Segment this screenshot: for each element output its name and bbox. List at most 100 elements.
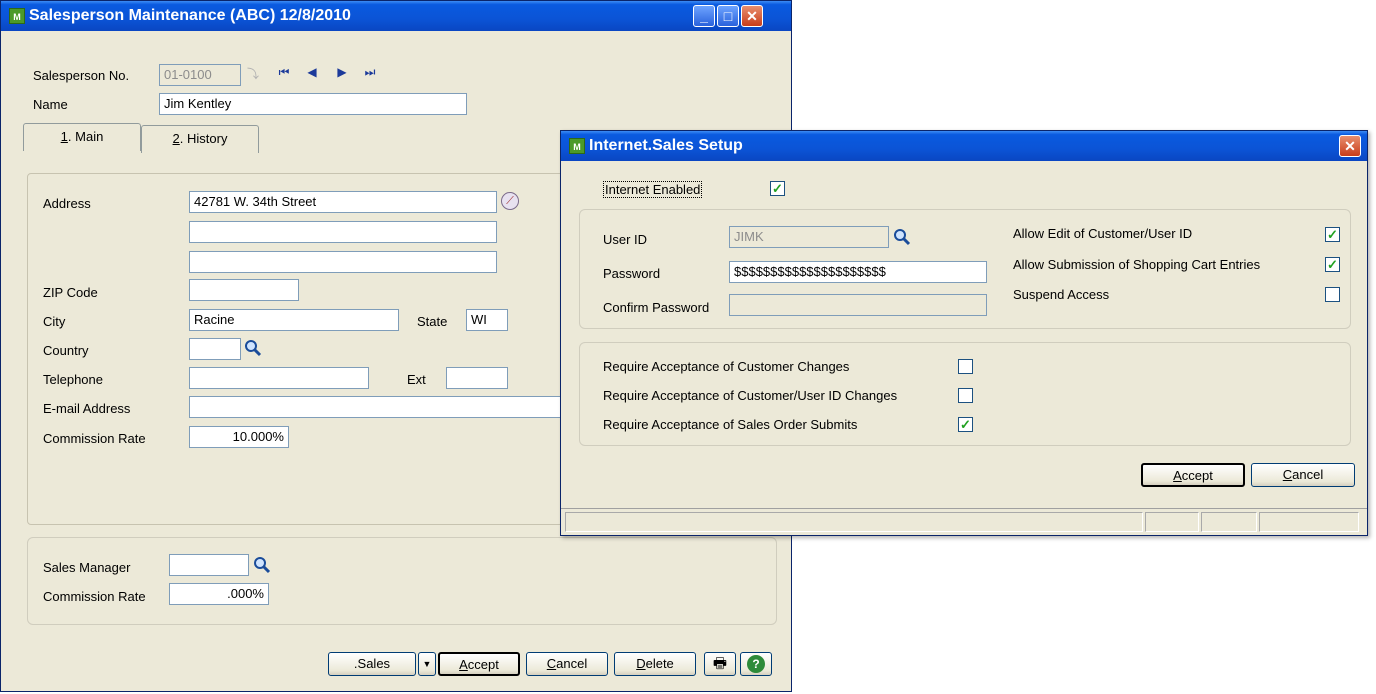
zip-code-label: ZIP Code: [43, 285, 98, 300]
city-label: City: [43, 314, 66, 329]
sales-dropdown-button[interactable]: ▼: [418, 652, 436, 676]
dropdown-arrow-icon[interactable]: ⤵: [247, 65, 259, 82]
status-cell-4: [1259, 512, 1359, 532]
suspend-access-checkbox[interactable]: [1325, 287, 1340, 302]
address-label: Address: [43, 196, 91, 211]
sales-manager-label: Sales Manager: [43, 560, 131, 575]
tab-main-key: 1: [60, 129, 68, 144]
commission-rate-field[interactable]: 10.000%: [189, 426, 289, 448]
print-icon: 🖶: [712, 655, 728, 672]
state-label: State: [417, 314, 448, 329]
password-label: Password: [603, 266, 661, 281]
telephone-label: Telephone: [43, 372, 103, 387]
main-window-title: Salesperson Maintenance (ABC) 12/8/2010: [29, 7, 351, 24]
country-label: Country: [43, 343, 89, 358]
internet-sales-setup-dialog: M Internet.Sales Setup ✕ Internet Enable…: [560, 130, 1368, 536]
manager-commission-rate-field[interactable]: .000%: [169, 583, 269, 605]
dialog-close-icon[interactable]: ✕: [1339, 135, 1361, 157]
close-icon[interactable]: ✕: [741, 5, 763, 27]
cancel-label: ancel: [556, 656, 588, 671]
allow-submission-checkbox[interactable]: ✓: [1325, 257, 1340, 272]
allow-submission-label: Allow Submission of Shopping Cart Entrie…: [1013, 257, 1261, 272]
address-line-2[interactable]: [189, 221, 497, 243]
require-userid-changes-checkbox[interactable]: [958, 388, 973, 403]
user-id-field[interactable]: JIMK: [729, 226, 889, 248]
tab-history-label: . History: [179, 131, 228, 146]
user-id-label: User ID: [603, 232, 648, 247]
accept-hotkey: A: [459, 657, 468, 672]
cancel-hotkey: C: [546, 656, 557, 671]
status-cell-3: [1201, 512, 1257, 532]
dialog-status-bar: [561, 508, 1367, 535]
last-record-icon[interactable]: ⏭: [363, 65, 377, 79]
tab-history[interactable]: 2. History: [141, 125, 259, 153]
delete-button[interactable]: Delete: [614, 652, 696, 676]
next-record-icon[interactable]: ▶: [335, 65, 349, 79]
app-icon: M: [9, 8, 25, 24]
manager-commission-rate-label: Commission Rate: [43, 589, 146, 604]
email-field[interactable]: [189, 396, 569, 418]
delete-hotkey: D: [636, 656, 646, 671]
require-customer-changes-checkbox[interactable]: [958, 359, 973, 374]
cancel-button[interactable]: Cancel: [526, 652, 608, 676]
password-field[interactable]: $$$$$$$$$$$$$$$$$$$$$: [729, 261, 987, 283]
address-compass-icon[interactable]: ⟋: [501, 192, 519, 210]
commission-rate-label: Commission Rate: [43, 431, 146, 446]
confirm-password-field[interactable]: [729, 294, 987, 316]
ext-label: Ext: [407, 372, 426, 387]
print-button[interactable]: 🖶: [704, 652, 736, 676]
delete-label: elete: [645, 656, 674, 671]
help-icon: ?: [747, 655, 765, 673]
dialog-accept-button[interactable]: Accept: [1141, 463, 1245, 487]
city-field[interactable]: Racine: [189, 309, 399, 331]
confirm-password-label: Confirm Password: [603, 300, 710, 315]
minimize-icon[interactable]: _: [693, 5, 715, 27]
main-title-bar[interactable]: M Salesperson Maintenance (ABC) 12/8/201…: [1, 1, 791, 31]
sales-manager-group: [27, 537, 777, 625]
previous-record-icon[interactable]: ◀: [305, 65, 319, 79]
tab-main[interactable]: 1. Main: [23, 123, 141, 151]
accept-button[interactable]: Accept: [438, 652, 520, 676]
first-record-icon[interactable]: ⏮: [277, 65, 291, 79]
ext-field[interactable]: [446, 367, 508, 389]
dialog-cancel-label: ancel: [1292, 467, 1324, 482]
require-customer-changes-label: Require Acceptance of Customer Changes: [603, 359, 850, 374]
help-button[interactable]: ?: [740, 652, 772, 676]
sales-manager-field[interactable]: [169, 554, 249, 576]
dialog-accept-hotkey: A: [1173, 468, 1182, 483]
maximize-icon[interactable]: □: [717, 5, 739, 27]
country-lookup-icon[interactable]: [244, 339, 262, 357]
accept-label: ccept: [467, 657, 499, 672]
zip-code-field[interactable]: [189, 279, 299, 301]
require-sales-order-checkbox[interactable]: ✓: [958, 417, 973, 432]
allow-edit-checkbox[interactable]: ✓: [1325, 227, 1340, 242]
email-label: E-mail Address: [43, 401, 131, 416]
address-line-3[interactable]: [189, 251, 497, 273]
status-cell-main: [565, 512, 1143, 532]
dialog-title: Internet.Sales Setup: [589, 137, 743, 154]
name-label: Name: [33, 97, 68, 112]
suspend-access-label: Suspend Access: [1013, 287, 1110, 302]
dialog-cancel-button[interactable]: Cancel: [1251, 463, 1355, 487]
internet-enabled-label: Internet Enabled: [603, 181, 703, 198]
salesperson-no-field[interactable]: 01-0100: [159, 64, 241, 86]
dialog-app-icon: M: [569, 138, 585, 154]
status-cell-2: [1145, 512, 1199, 532]
dialog-title-bar[interactable]: M Internet.Sales Setup ✕: [561, 131, 1367, 161]
require-userid-changes-label: Require Acceptance of Customer/User ID C…: [603, 388, 898, 403]
sales-manager-lookup-icon[interactable]: [253, 556, 271, 574]
name-field[interactable]: Jim Kentley: [159, 93, 467, 115]
telephone-field[interactable]: [189, 367, 369, 389]
sales-button[interactable]: .Sales: [328, 652, 416, 676]
salesperson-no-label: Salesperson No.: [33, 68, 130, 83]
allow-edit-label: Allow Edit of Customer/User ID: [1013, 226, 1193, 241]
tab-history-key: 2: [172, 131, 180, 146]
require-sales-order-label: Require Acceptance of Sales Order Submit…: [603, 417, 858, 432]
dialog-cancel-hotkey: C: [1282, 467, 1293, 482]
internet-enabled-checkbox[interactable]: ✓: [770, 181, 785, 196]
address-line-1[interactable]: 42781 W. 34th Street: [189, 191, 497, 213]
state-field[interactable]: WI: [466, 309, 508, 331]
country-field[interactable]: [189, 338, 241, 360]
tab-main-label: . Main: [67, 129, 104, 144]
user-id-lookup-icon[interactable]: [893, 228, 911, 246]
